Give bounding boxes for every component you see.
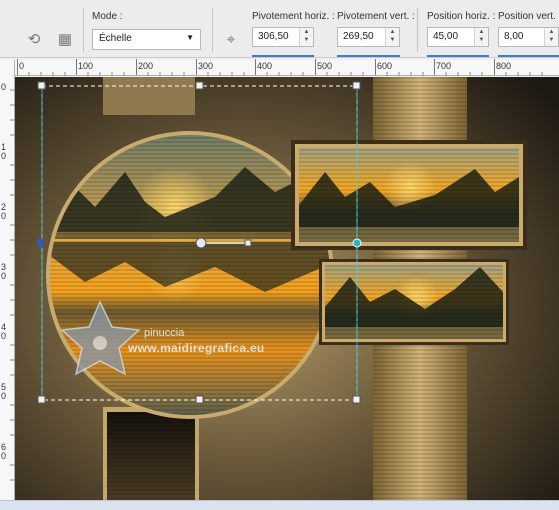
- toolbar-divider: [212, 8, 213, 52]
- handle-top-left[interactable]: [37, 81, 46, 90]
- pos-v-value: 8,00: [504, 31, 524, 42]
- pivot-h-label: Pivotement horiz. :: [252, 11, 335, 22]
- spin-arrows-icon[interactable]: ▲ ▼: [474, 28, 488, 46]
- watermark-name: pinuccia: [144, 327, 185, 339]
- pivot-v-label: Pivotement vert. :: [337, 11, 415, 22]
- handle-top-right[interactable]: [352, 81, 361, 90]
- spin-arrows-icon[interactable]: ▲ ▼: [544, 28, 558, 46]
- active-field-indicator: [427, 55, 489, 57]
- handle-bottom-right[interactable]: [352, 395, 361, 404]
- artwork: [15, 77, 559, 500]
- active-field-indicator: [337, 55, 400, 57]
- pivot-v-value: 269,50: [343, 31, 374, 42]
- active-field-indicator: [252, 55, 314, 57]
- perspective-icon[interactable]: ⟲: [24, 29, 44, 49]
- chevron-down-icon: ▼: [186, 33, 194, 42]
- mode-select[interactable]: Échelle ▼: [92, 29, 201, 50]
- spin-arrows-icon[interactable]: ▲ ▼: [299, 28, 313, 46]
- ruler-minor-ticks: [10, 89, 15, 481]
- pos-v-label: Position vert. :: [498, 11, 559, 22]
- photo-1-texture: [299, 148, 519, 242]
- spin-arrows-icon[interactable]: ▲ ▼: [385, 28, 399, 46]
- mode-label: Mode :: [92, 11, 123, 22]
- pos-h-input[interactable]: 45,00 ▲ ▼: [427, 27, 489, 47]
- pivot-icon[interactable]: ⌖: [221, 29, 241, 49]
- pos-h-label: Position horiz. :: [427, 11, 496, 22]
- pivot-v-input[interactable]: 269,50 ▲ ▼: [337, 27, 400, 47]
- pivot-h-value: 306,50: [258, 31, 289, 42]
- ruler-horizontal: 0 100 200 300 400 500 600 700 800: [15, 59, 559, 76]
- tool-options-toolbar: ⟲ ▦ Mode : Échelle ▼ ⌖ Pivotement horiz.…: [0, 0, 559, 58]
- handle-bottom-center[interactable]: [195, 395, 204, 404]
- mode-value: Échelle: [99, 33, 132, 44]
- pos-h-value: 45,00: [433, 31, 459, 42]
- ruler-vertical: 0 1 0 2 0 3 0 4 0 5 0 6 0: [0, 60, 15, 500]
- top-band: [103, 77, 195, 115]
- handle-bottom-left[interactable]: [37, 395, 46, 404]
- bottom-panel-texture: [107, 412, 195, 500]
- pivot-point[interactable]: [195, 237, 207, 249]
- status-strip: [0, 500, 559, 510]
- ruler-minor-ticks: [28, 72, 543, 76]
- photo-2-texture: [325, 265, 503, 339]
- active-field-indicator: [498, 55, 559, 57]
- pivot-h-input[interactable]: 306,50 ▲ ▼: [252, 27, 314, 47]
- image-canvas[interactable]: pinuccia www.maidiregrafica.eu: [15, 77, 559, 500]
- rotation-handle[interactable]: [244, 239, 252, 247]
- mesh-icon[interactable]: ▦: [55, 29, 75, 49]
- toolbar-divider: [83, 8, 84, 52]
- handle-right-middle[interactable]: [352, 238, 362, 248]
- pos-v-input[interactable]: 8,00 ▲ ▼: [498, 27, 559, 47]
- watermark-site: www.maidiregrafica.eu: [128, 341, 265, 355]
- handle-top-center[interactable]: [195, 81, 204, 90]
- toolbar-divider: [417, 8, 418, 52]
- handle-left-middle[interactable]: [38, 239, 43, 247]
